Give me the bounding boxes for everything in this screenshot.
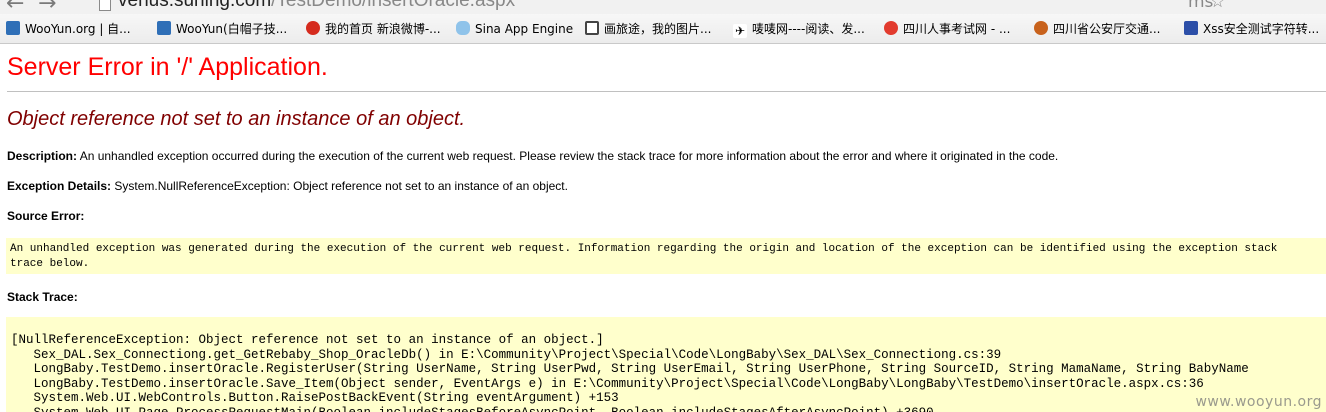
description-text: An unhandled exception occurred during t… xyxy=(77,149,1059,163)
url-field[interactable]: venus.suning.com/TestDemo/insertOracle.a… xyxy=(118,0,515,12)
bookmark-reading-site[interactable]: ✈ 唛唛网----阅读、发... xyxy=(733,21,865,38)
error-message: Object reference not set to an instance … xyxy=(7,108,466,130)
bookmark-travel-photos[interactable]: 画旅途，我的图片... xyxy=(585,21,711,38)
frame-icon xyxy=(585,21,599,35)
source-error-box: An unhandled exception was generated dur… xyxy=(6,238,1326,274)
url-host: venus.suning.com xyxy=(118,0,272,11)
bookmark-label: Xss安全测试字符转... xyxy=(1203,22,1320,36)
source-error-text: An unhandled exception was generated dur… xyxy=(10,243,1278,270)
bookmark-label: 四川省公安厅交通... xyxy=(1053,22,1161,36)
wooyun-icon xyxy=(157,21,171,35)
exception-details-text: System.NullReferenceException: Object re… xyxy=(111,179,568,193)
police-seal-icon xyxy=(1034,21,1048,35)
bookmark-sina-app-engine[interactable]: Sina App Engine xyxy=(456,21,573,38)
bookmark-xss-converter[interactable]: Xss安全测试字符转... xyxy=(1184,21,1319,38)
source-error-heading: Source Error: xyxy=(7,209,84,223)
bookmark-weibo[interactable]: 我的首页 新浪微博-... xyxy=(306,21,441,38)
page-content: Server Error in '/' Application. Object … xyxy=(0,44,1326,412)
bookmark-label: 我的首页 新浪微博-... xyxy=(325,22,441,36)
bookmark-label: 画旅途，我的图片... xyxy=(604,22,712,36)
stack-trace-heading: Stack Trace: xyxy=(7,290,78,304)
stack-trace-box: [NullReferenceException: Object referenc… xyxy=(6,317,1326,412)
bookmark-star-icon[interactable]: ☆ xyxy=(1210,0,1225,12)
forward-arrow-icon[interactable]: → xyxy=(38,0,56,14)
bookmark-label: WooYun(白帽子技... xyxy=(176,22,288,36)
bookmark-label: 四川人事考试网 - ... xyxy=(903,22,1011,36)
cloud-icon xyxy=(456,21,470,35)
exception-details-label: Exception Details: xyxy=(7,179,112,193)
xss-icon xyxy=(1184,21,1198,35)
url-path: /TestDemo/insertOracle.aspx xyxy=(271,0,516,11)
bookmark-wooyun-org[interactable]: WooYun.org | 自... xyxy=(6,21,131,38)
weibo-icon xyxy=(306,21,320,35)
bookmark-wooyun-whitehat[interactable]: WooYun(白帽子技... xyxy=(157,21,287,38)
divider xyxy=(7,91,1326,92)
description-label: Description: xyxy=(7,149,78,163)
page-document-icon xyxy=(99,0,111,11)
bookmark-label: WooYun.org | 自... xyxy=(25,22,131,36)
back-arrow-icon[interactable]: ← xyxy=(6,0,24,14)
wooyun-icon xyxy=(6,21,20,35)
bookmarks-bar: WooYun.org | 自... WooYun(白帽子技... 我的首页 新浪… xyxy=(0,14,1326,44)
bookmark-sichuan-exam[interactable]: 四川人事考试网 - ... xyxy=(884,21,1010,38)
bookmark-label: Sina App Engine xyxy=(475,22,574,36)
stack-trace-text: [NullReferenceException: Object referenc… xyxy=(11,333,1249,412)
source-error-label: Source Error: xyxy=(7,209,85,223)
red-circle-icon xyxy=(884,21,898,35)
bird-icon: ✈ xyxy=(733,24,747,38)
page-title: Server Error in '/' Application. xyxy=(7,53,328,81)
description-line: Description: An unhandled exception occu… xyxy=(7,149,1058,163)
stack-trace-label: Stack Trace: xyxy=(7,290,78,304)
watermark: www.wooyun.org xyxy=(1195,394,1322,410)
address-bar: ← → venus.suning.com/TestDemo/insertOrac… xyxy=(0,0,1326,14)
bookmark-sichuan-traffic[interactable]: 四川省公安厅交通... xyxy=(1034,21,1160,38)
exception-details-line: Exception Details: System.NullReferenceE… xyxy=(7,179,568,193)
bookmark-label: 唛唛网----阅读、发... xyxy=(752,22,865,36)
